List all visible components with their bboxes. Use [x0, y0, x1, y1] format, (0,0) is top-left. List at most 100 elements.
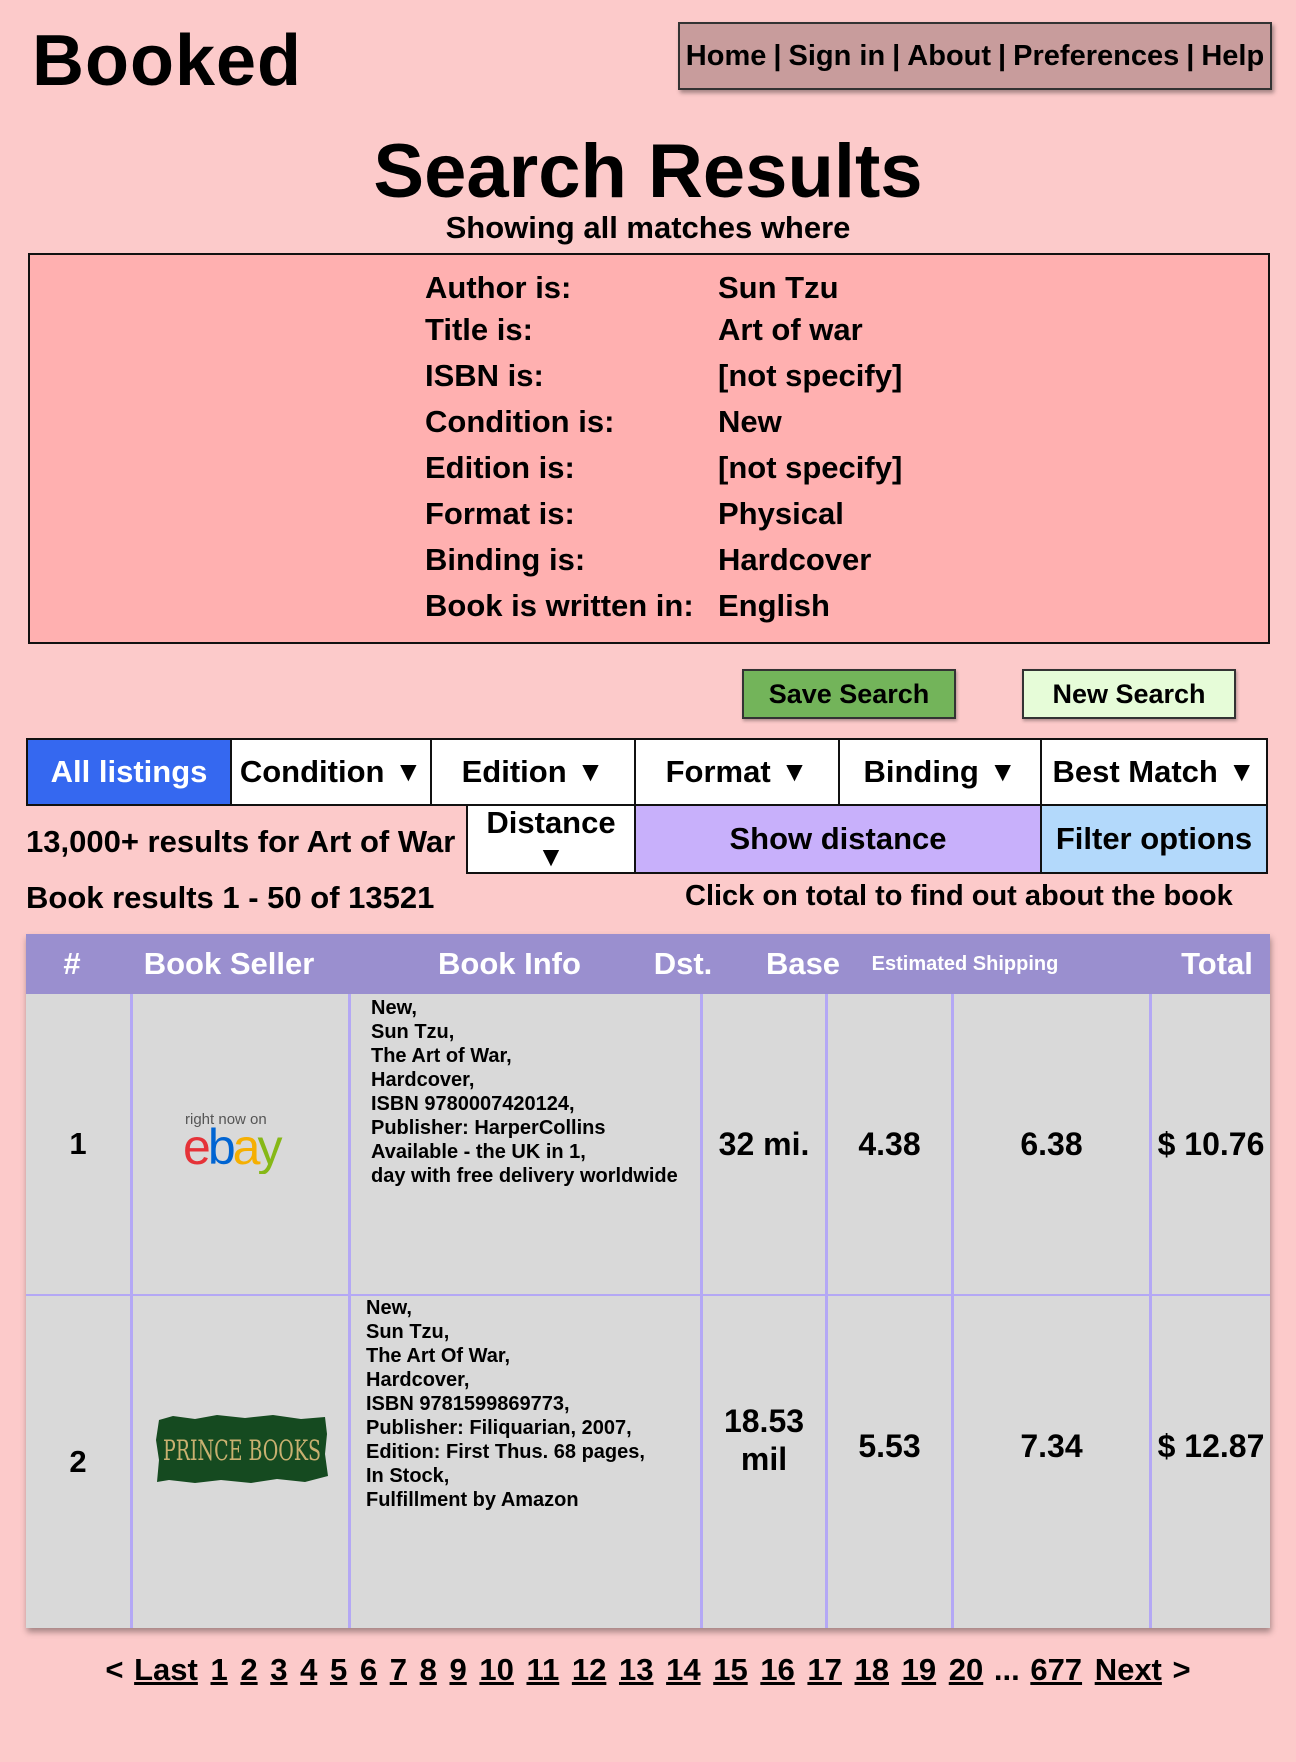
ebay-logo-wordmark: ebay: [183, 1119, 282, 1174]
results-summary: 13,000+ results for Art of War: [26, 824, 456, 859]
page-link[interactable]: 4: [300, 1652, 317, 1687]
distance-number: 18.53: [723, 1403, 805, 1439]
page-link[interactable]: 8: [420, 1652, 437, 1687]
tab-format[interactable]: Format ▼: [634, 738, 840, 806]
page-link[interactable]: 3: [270, 1652, 287, 1687]
info-line: Fulfillment by Amazon: [366, 1489, 579, 1511]
seller-cell[interactable]: PRINCE BOOKS: [133, 1296, 348, 1628]
nav-preferences[interactable]: Preferences: [1013, 40, 1179, 73]
page-link[interactable]: 6: [360, 1652, 377, 1687]
nav-separator: |: [892, 39, 901, 72]
info-line: Edition: First Thus. 68 pages,: [366, 1441, 645, 1463]
brand-logo[interactable]: Booked: [32, 20, 302, 102]
table-row: 2 PRINCE BOOKS New, Sun Tzu, The Art Of …: [26, 1296, 1270, 1628]
dropdown-arrow-icon: ▼: [780, 756, 809, 787]
click-hint: Click on total to find out about the boo…: [685, 880, 1233, 912]
info-line: day with free delivery worldwide: [371, 1165, 678, 1187]
page-link[interactable]: 2: [240, 1652, 257, 1687]
nav-help[interactable]: Help: [1201, 40, 1264, 73]
col-header-base: Base: [765, 946, 841, 981]
info-line: Sun Tzu,: [366, 1321, 450, 1343]
shipping-price: 6.38: [1020, 1126, 1083, 1162]
page-link-last[interactable]: Last: [134, 1652, 198, 1687]
criteria-label: Condition is:: [425, 404, 615, 439]
tab-all-listings[interactable]: All listings: [26, 738, 232, 806]
nav-home[interactable]: Home: [686, 40, 767, 73]
results-table: # Book Seller Book Info Dst. Base Estima…: [26, 934, 1270, 1628]
tab-best-match[interactable]: Best Match ▼: [1040, 738, 1268, 806]
info-line: Publisher: HarperCollins: [371, 1117, 606, 1139]
total-price-link[interactable]: $ 10.76: [1152, 994, 1270, 1294]
nav-separator: |: [1186, 39, 1195, 72]
info-line: The Art Of War,: [366, 1345, 511, 1367]
pagination: < Last 1 2 3 4 5 6 7 8 9 10 11 12 13 14 …: [0, 1652, 1296, 1688]
distance-value: 18.53 mil: [703, 1274, 825, 1606]
distance-value: 32 mi.: [718, 1126, 810, 1162]
prince-books-logo-icon: PRINCE BOOKS: [156, 1415, 328, 1483]
page-link[interactable]: 1: [210, 1652, 227, 1687]
tab-distance[interactable]: Distance ▼: [466, 804, 636, 874]
seller-cell[interactable]: right now on ebay: [133, 994, 348, 1294]
book-info-cell: New, Sun Tzu, The Art Of War, Hardcover,…: [366, 1296, 696, 1628]
book-info-cell: New, Sun Tzu, The Art of War, Hardcover,…: [371, 994, 701, 1294]
page-link[interactable]: 17: [807, 1652, 841, 1687]
criteria-label: Binding is:: [425, 542, 586, 577]
criteria-value: Sun Tzu: [718, 270, 839, 305]
page-link[interactable]: 19: [902, 1652, 936, 1687]
prince-books-logo-text: PRINCE BOOKS: [163, 1434, 321, 1467]
tab-edition[interactable]: Edition ▼: [430, 738, 636, 806]
tab-binding[interactable]: Binding ▼: [838, 738, 1042, 806]
base-price: 5.53: [858, 1428, 921, 1464]
criteria-value: [not specify]: [718, 358, 903, 393]
tab-label: Condition: [239, 754, 385, 789]
nav-sign-in[interactable]: Sign in: [789, 40, 886, 73]
search-criteria-panel: Author is: Sun Tzu Title is: Art of war …: [28, 253, 1270, 644]
info-line: Available - the UK in 1,: [371, 1141, 586, 1163]
new-search-button[interactable]: New Search: [1022, 669, 1236, 719]
shipping-price: 7.34: [1020, 1428, 1083, 1464]
page-link[interactable]: 5: [330, 1652, 347, 1687]
nav-about[interactable]: About: [907, 40, 991, 73]
next-symbol: >: [1172, 1652, 1191, 1687]
page-link-final[interactable]: 677: [1030, 1652, 1082, 1687]
page-subtitle: Showing all matches where: [445, 210, 851, 245]
dropdown-arrow-icon: ▼: [576, 756, 605, 787]
page-link[interactable]: 9: [449, 1652, 466, 1687]
page-link[interactable]: 11: [526, 1652, 559, 1687]
nav-separator: |: [998, 39, 1007, 72]
tab-condition[interactable]: Condition ▼: [230, 738, 432, 806]
page-link[interactable]: 7: [390, 1652, 407, 1687]
info-line: In Stock,: [366, 1465, 450, 1487]
base-price: 4.38: [858, 1126, 921, 1162]
filter-options-button[interactable]: Filter options: [1040, 804, 1268, 874]
page-link[interactable]: 14: [666, 1652, 700, 1687]
table-row: 1 right now on ebay New, Sun Tzu, The Ar…: [26, 994, 1270, 1294]
page-link[interactable]: 16: [760, 1652, 794, 1687]
page-link[interactable]: 20: [949, 1652, 983, 1687]
dropdown-arrow-icon: ▼: [537, 841, 565, 872]
criteria-value: English: [718, 588, 830, 623]
page-link-next[interactable]: Next: [1095, 1652, 1162, 1687]
tab-label: Distance: [486, 805, 616, 840]
criteria-label: Book is written in:: [425, 588, 694, 623]
tab-label: Filter options: [1055, 821, 1253, 856]
tab-label: Format: [665, 754, 771, 789]
page-link[interactable]: 18: [855, 1652, 889, 1687]
page-link[interactable]: 10: [479, 1652, 513, 1687]
page-link[interactable]: 13: [619, 1652, 653, 1687]
criteria-label: Author is:: [425, 270, 572, 305]
top-nav: Home | Sign in | About | Preferences | H…: [678, 22, 1272, 90]
row-number: 1: [69, 1126, 87, 1161]
results-range: Book results 1 - 50 of 13521: [26, 880, 435, 915]
page-link[interactable]: 15: [713, 1652, 747, 1687]
criteria-label: Edition is:: [425, 450, 575, 485]
page-link[interactable]: 12: [572, 1652, 606, 1687]
save-search-button[interactable]: Save Search: [742, 669, 956, 719]
total-price-link[interactable]: $ 12.87: [1152, 1280, 1270, 1612]
table-header: # Book Seller Book Info Dst. Base Estima…: [26, 934, 1270, 994]
info-line: Sun Tzu,: [371, 1021, 455, 1043]
tab-label: Binding: [863, 754, 979, 789]
col-header-shipping: Estimated Shipping: [871, 953, 1059, 975]
show-distance-button[interactable]: Show distance: [634, 804, 1042, 874]
info-line: Publisher: Filiquarian, 2007,: [366, 1417, 632, 1439]
